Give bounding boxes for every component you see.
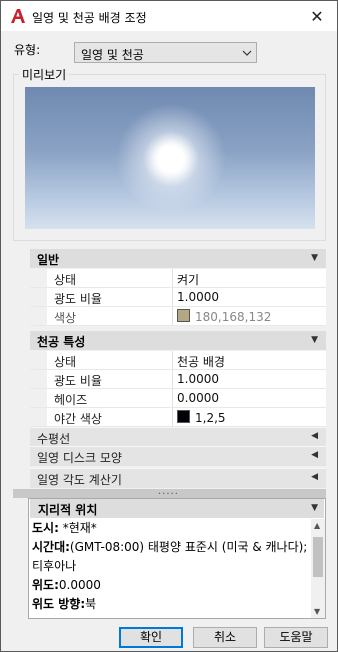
scroll-down-icon[interactable]: ▼ (314, 607, 320, 616)
property-row-sky-intensity[interactable]: 광도 비율 1.0000 (30, 370, 326, 389)
property-value: 켜기 (177, 273, 200, 287)
property-name: 색상 (54, 311, 77, 325)
property-name: 광도 비율 (54, 292, 102, 306)
property-name: 헤이즈 (54, 393, 88, 407)
scroll-up-icon[interactable]: ▲ (314, 521, 320, 530)
property-name: 상태 (54, 355, 77, 369)
scroll-thumb[interactable] (313, 537, 323, 577)
property-row-night-color[interactable]: 야간 색상 1,2,5 (30, 408, 326, 427)
section-horizon-title: 수평선 (37, 432, 71, 446)
autocad-app-icon (11, 9, 25, 23)
property-value: 0.0000 (177, 391, 219, 405)
section-sun-disk-header[interactable]: 일영 디스크 모양 ◀ (30, 446, 326, 466)
property-value: 1.0000 (177, 372, 219, 386)
property-value: 천공 배경 (177, 355, 225, 369)
latitude-label: 위도: (32, 578, 59, 592)
ok-button[interactable]: 확인 (119, 627, 183, 648)
property-name: 광도 비율 (54, 374, 102, 388)
collapse-arrow-icon: ▼ (311, 503, 318, 513)
type-label: 유형: (14, 43, 41, 57)
city-value: *현재* (58, 521, 97, 535)
geo-section-title: 지리적 위치 (38, 503, 98, 517)
city-label: 도시: (32, 521, 59, 535)
close-button[interactable]: ✕ (299, 3, 335, 29)
panel-splitter[interactable]: ..... (13, 486, 326, 498)
geo-info-text: 도시: *현재* 시간대:(GMT-08:00) 태평양 표준시 (미국 & 캐… (30, 519, 312, 618)
property-row-status[interactable]: 상태 켜기 (30, 269, 326, 288)
chevron-down-icon (242, 50, 252, 56)
property-value: 180,168,132 (195, 310, 272, 324)
property-row-sky-status[interactable]: 상태 천공 배경 (30, 351, 326, 370)
latitude-value: 0.0000 (58, 578, 101, 592)
timezone-value: (GMT-08:00) 태평양 표준시 (미국 & 캐나다); 티후아나 (32, 540, 308, 573)
window-title: 일영 및 천공 배경 조정 (32, 11, 147, 25)
property-value: 1,2,5 (195, 411, 226, 425)
sky-preview-image (25, 87, 315, 229)
grip-handle-icon: ..... (158, 486, 179, 497)
expand-arrow-icon: ◀ (311, 472, 318, 482)
latitude-direction-label: 위도 방향: (32, 597, 86, 611)
timezone-label: 시간대: (32, 540, 70, 554)
latitude-direction-value: 북 (85, 597, 97, 611)
preview-label: 미리보기 (19, 66, 70, 83)
color-swatch (177, 410, 190, 423)
property-name: 상태 (54, 273, 77, 287)
collapse-arrow-icon: ▼ (311, 253, 318, 263)
title-bar: 일영 및 천공 배경 조정 ✕ (1, 1, 337, 31)
property-row-intensity[interactable]: 광도 비율 1.0000 (30, 288, 326, 307)
collapse-arrow-icon: ▼ (311, 335, 318, 345)
geo-scrollbar[interactable]: ▲ ▼ (311, 519, 325, 618)
section-sky-title: 천공 특성 (37, 335, 86, 349)
section-sky-header[interactable]: 천공 특성 ▼ (30, 331, 326, 350)
section-sun-angle-header[interactable]: 일영 각도 계산기 ◀ (30, 468, 326, 488)
property-row-color[interactable]: 색상 180,168,132 (30, 307, 326, 326)
geo-section-header[interactable]: 지리적 위치 ▼ (30, 499, 324, 518)
cancel-button[interactable]: 취소 (193, 627, 257, 648)
expand-arrow-icon: ◀ (311, 450, 318, 460)
sun-sky-dialog: 일영 및 천공 배경 조정 ✕ 유형: 일영 및 천공 미리보기 일반 ▼ 상태… (0, 0, 338, 652)
help-button[interactable]: 도움말 (264, 627, 328, 648)
section-general-title: 일반 (37, 253, 60, 267)
section-sun-angle-title: 일영 각도 계산기 (37, 473, 122, 487)
section-general-header[interactable]: 일반 ▼ (30, 249, 326, 268)
section-sun-disk-title: 일영 디스크 모양 (37, 451, 122, 465)
color-swatch (177, 309, 190, 322)
expand-arrow-icon: ◀ (311, 431, 318, 441)
type-selected-value: 일영 및 천공 (81, 48, 144, 62)
property-row-haze[interactable]: 헤이즈 0.0000 (30, 389, 326, 408)
section-horizon-header[interactable]: 수평선 ◀ (30, 427, 326, 447)
property-value: 1.0000 (177, 290, 219, 304)
type-dropdown[interactable]: 일영 및 천공 (74, 42, 257, 63)
property-name: 야간 색상 (54, 412, 102, 426)
